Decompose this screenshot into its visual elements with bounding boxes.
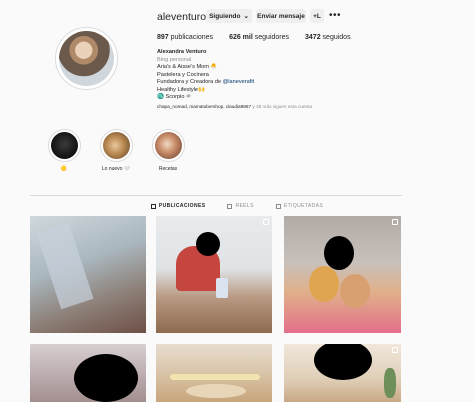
highlight-cover bbox=[50, 132, 78, 159]
avatar-photo bbox=[59, 31, 114, 86]
following-count[interactable]: 3472 seguidos bbox=[305, 34, 351, 41]
profile-username: aleventuro bbox=[157, 11, 207, 23]
more-options-icon[interactable]: ••• bbox=[329, 10, 341, 21]
highlight-cover bbox=[154, 132, 182, 159]
highlight-cover bbox=[102, 132, 130, 159]
tab-posts[interactable]: PUBLICACIONES bbox=[150, 203, 206, 209]
post-thumbnail[interactable] bbox=[30, 344, 146, 402]
tagged-icon bbox=[275, 203, 281, 209]
tab-tagged[interactable]: ETIQUETADAS bbox=[275, 203, 323, 209]
highlight-label: 🟡 bbox=[60, 166, 68, 172]
tabs-divider bbox=[30, 195, 402, 196]
post-thumbnail[interactable] bbox=[284, 216, 401, 333]
multi-post-icon bbox=[392, 219, 398, 225]
bio-line: Aria's & Aisse's Mom 🐣 bbox=[157, 64, 218, 70]
multi-post-icon bbox=[392, 347, 398, 353]
profile-bio: Alexandra Venturo Blog personal Aria's &… bbox=[157, 49, 377, 102]
story-highlight[interactable]: Recetas bbox=[148, 129, 188, 172]
send-message-label: Enviar mensaje bbox=[257, 12, 305, 20]
post-thumbnail[interactable] bbox=[156, 216, 272, 333]
posts-count: 897 publicaciones bbox=[157, 34, 214, 41]
bio-name: Alexandra Venturo bbox=[157, 49, 207, 55]
send-message-button[interactable]: Enviar mensaje bbox=[256, 9, 306, 23]
followed-by-text[interactable]: chapa_nomad, mamatubershop, claudia9867 … bbox=[157, 104, 312, 109]
multi-post-icon bbox=[263, 219, 269, 225]
bio-line: ♏ Scorpio ♾ bbox=[157, 94, 192, 100]
add-person-icon: +L bbox=[313, 12, 321, 20]
suggested-accounts-button[interactable]: +L bbox=[310, 9, 324, 23]
bio-line: Healthy Lifestyle🙌 bbox=[157, 86, 206, 93]
grid-icon bbox=[150, 203, 156, 209]
bio-line: Fundadora y Creadora de @laneverafit bbox=[157, 79, 255, 85]
followers-count[interactable]: 626 mil seguidores bbox=[229, 34, 289, 41]
chevron-down-icon: ⌄ bbox=[243, 13, 249, 20]
profile-stats: 897 publicaciones 626 mil seguidores 347… bbox=[157, 34, 351, 41]
following-button[interactable]: Siguiendo ⌄ bbox=[206, 9, 252, 23]
post-thumbnail[interactable] bbox=[284, 344, 401, 402]
bio-mention-link[interactable]: @laneverafit bbox=[223, 79, 255, 85]
story-highlight[interactable]: 🟡 bbox=[44, 129, 84, 172]
highlight-label: Recetas bbox=[158, 166, 178, 172]
reels-icon bbox=[227, 203, 233, 209]
profile-tabs: PUBLICACIONES REELS ETIQUETADAS bbox=[0, 203, 474, 209]
bio-line: Pastelera y Cocinera bbox=[157, 71, 209, 78]
following-button-label: Siguiendo bbox=[209, 12, 241, 20]
story-highlight[interactable]: Lo nuevo 🤍 bbox=[96, 129, 136, 172]
post-thumbnail[interactable] bbox=[156, 344, 272, 402]
bio-category: Blog personal bbox=[157, 56, 192, 63]
profile-avatar[interactable] bbox=[55, 27, 118, 90]
tab-reels[interactable]: REELS bbox=[227, 203, 253, 209]
highlight-label: Lo nuevo 🤍 bbox=[101, 166, 131, 172]
post-thumbnail[interactable] bbox=[30, 216, 146, 333]
